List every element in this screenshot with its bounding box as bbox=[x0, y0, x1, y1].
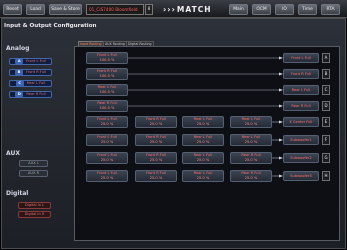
routing-input-box[interactable]: Rear L Full 25.0 % bbox=[182, 170, 224, 182]
routing-input-box[interactable]: Front R Full 25.0 % bbox=[135, 170, 177, 182]
routing-input-box[interactable]: Rear L Full 25.0 % bbox=[182, 116, 224, 128]
routing-input-box[interactable]: Rear R Full 25.0 % bbox=[230, 170, 272, 182]
routing-input-box[interactable]: Front L Full 100.0 % bbox=[86, 52, 128, 64]
routing-input-box[interactable]: Rear L Full 25.0 % bbox=[182, 152, 224, 164]
routing-input-value: 25.0 % bbox=[149, 176, 163, 180]
routing-input-value: 25.0 % bbox=[244, 176, 258, 180]
output-letter: D bbox=[322, 101, 330, 111]
routing-input-box[interactable]: Rear L Full 25.0 % bbox=[182, 134, 224, 146]
routing-output-box[interactable]: Rear R Full bbox=[283, 101, 319, 111]
routing-input-box[interactable]: Front R Full 25.0 % bbox=[135, 134, 177, 146]
routing-input-value: 25.0 % bbox=[244, 122, 258, 126]
routing-input-value: 25.0 % bbox=[196, 158, 210, 162]
routing-input-value: 25.0 % bbox=[196, 122, 210, 126]
output-letter: H bbox=[322, 171, 330, 181]
routing-input-value: 25.0 % bbox=[100, 158, 114, 162]
routing-input-box[interactable]: Rear L Full 25.0 % bbox=[230, 134, 272, 146]
routing-output-box[interactable]: Rear L Full bbox=[283, 85, 319, 95]
routing-input-box[interactable]: Front R Full 100.0 % bbox=[86, 68, 128, 80]
output-letter: G bbox=[322, 153, 330, 163]
routing-input-value: 25.0 % bbox=[196, 176, 210, 180]
routing-input-value: 25.0 % bbox=[100, 176, 114, 180]
routing-input-box[interactable]: Front R Full 25.0 % bbox=[135, 152, 177, 164]
routing-input-value: 25.0 % bbox=[100, 140, 114, 144]
routing-input-box[interactable]: Front L Full 25.0 % bbox=[86, 170, 128, 182]
routing-input-value: 100.0 % bbox=[99, 58, 115, 62]
output-letter: C bbox=[322, 85, 330, 95]
routing-input-box[interactable]: Front L Full 25.0 % bbox=[86, 152, 128, 164]
output-letter: F bbox=[322, 135, 330, 145]
routing-input-value: 25.0 % bbox=[149, 122, 163, 126]
routing-input-box[interactable]: Rear L Full 100.0 % bbox=[86, 84, 128, 96]
routing-output-box[interactable]: E Center Full bbox=[283, 117, 319, 127]
routing-output-box[interactable]: Front R Full bbox=[283, 69, 319, 79]
output-letter: A bbox=[322, 53, 330, 63]
routing-input-box[interactable]: Rear L Full 25.0 % bbox=[230, 116, 272, 128]
routing-output-box[interactable]: Subwoofer2 bbox=[283, 153, 319, 163]
routing-input-box[interactable]: Rear R Full 100.0 % bbox=[86, 100, 128, 112]
routing-input-value: 25.0 % bbox=[149, 158, 163, 162]
routing-input-box[interactable]: Rear R Full 25.0 % bbox=[230, 152, 272, 164]
output-letter: B bbox=[322, 69, 330, 79]
output-letter: E bbox=[322, 117, 330, 127]
routing-input-value: 25.0 % bbox=[100, 122, 114, 126]
routing-input-value: 100.0 % bbox=[99, 74, 115, 78]
routing-input-value: 25.0 % bbox=[244, 140, 258, 144]
routing-input-value: 25.0 % bbox=[149, 140, 163, 144]
routing-input-value: 100.0 % bbox=[99, 90, 115, 94]
routing-input-value: 25.0 % bbox=[244, 158, 258, 162]
routing-output-box[interactable]: Subwoofer1 bbox=[283, 135, 319, 145]
routing-output-box[interactable]: Front L Full bbox=[283, 53, 319, 63]
routing-input-box[interactable]: Front R Full 25.0 % bbox=[135, 116, 177, 128]
routing-input-value: 25.0 % bbox=[196, 140, 210, 144]
routing-input-box[interactable]: Front L Full 25.0 % bbox=[86, 116, 128, 128]
routing-input-box[interactable]: Front L Full 25.0 % bbox=[86, 134, 128, 146]
routing-input-value: 100.0 % bbox=[99, 106, 115, 110]
routing-output-box[interactable]: Subwoofer3 bbox=[283, 171, 319, 181]
